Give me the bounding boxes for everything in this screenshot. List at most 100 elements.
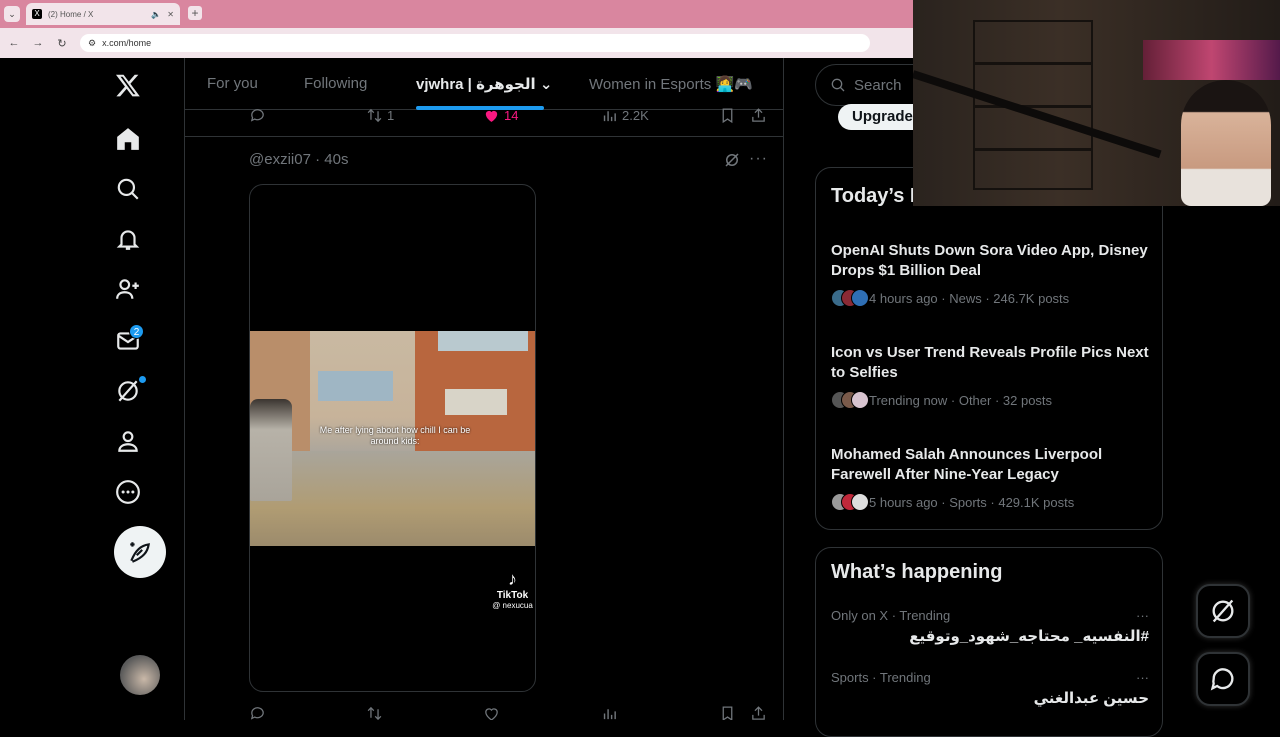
reply-button[interactable] [249, 107, 266, 124]
news-item[interactable]: Mohamed Salah Announces Liverpool Farewe… [831, 445, 1151, 511]
prev-post-actions: 1 14 2.2K [185, 107, 783, 127]
share-icon [752, 108, 765, 122]
repost-icon [367, 108, 382, 123]
post-video[interactable]: Me after lying about how chill I can be … [249, 184, 536, 692]
video-caption: Me after lying about how chill I can be … [319, 425, 471, 446]
tiktok-brand: TikTok [496, 590, 529, 601]
trend-more-icon[interactable]: ··· [1136, 608, 1149, 623]
cam-person [1181, 80, 1271, 206]
news-title: Icon vs User Trend Reveals Profile Pics … [831, 344, 1149, 381]
reply-icon [250, 109, 264, 122]
share-button-2[interactable] [750, 705, 767, 720]
tiktok-watermark: ♪ TikTok @ nexucua [490, 569, 535, 610]
webcam-overlay [913, 0, 1280, 206]
like-count: 14 [504, 108, 519, 123]
follow-person-plus-icon[interactable] [115, 276, 143, 304]
post-author-handle[interactable]: @exzii07 [249, 151, 311, 168]
news-item[interactable]: OpenAI Shuts Down Sora Video App, Disney… [831, 241, 1151, 307]
trend-meta: Sports · Trending [831, 670, 931, 685]
reply-button-2[interactable] [249, 705, 266, 720]
tiktok-logo-icon: ♪ [508, 569, 517, 589]
whats-happening-title: What’s happening [831, 561, 1003, 583]
cam-lights [1143, 40, 1280, 80]
news-item[interactable]: Icon vs User Trend Reveals Profile Pics … [831, 343, 1151, 409]
trend-item[interactable]: Only on X · Trending #النفسيه_ محتاجه_شه… [831, 608, 1149, 645]
x-logo-icon[interactable] [115, 72, 143, 100]
browser-tab[interactable]: X (2) Home / X 🔈 ✕ [26, 3, 180, 25]
account-avatar[interactable] [120, 655, 160, 695]
views-button[interactable]: 2.2K [601, 107, 649, 124]
notifications-bell-icon[interactable] [115, 226, 143, 254]
frame-poster [445, 389, 507, 415]
news-meta: Trending now · Other · 32 posts [869, 392, 1053, 408]
tab-list-button[interactable]: ⌄ [4, 6, 20, 22]
search-icon [831, 78, 845, 92]
reply-icon [250, 707, 264, 720]
tab-title: (2) Home / X [48, 9, 94, 19]
frame-board [318, 371, 393, 401]
forward-icon[interactable]: → [32, 37, 44, 49]
tab-vjwhra-list[interactable]: vjwhra | الجوهرة ⌄ [416, 75, 552, 93]
home-icon[interactable] [115, 126, 143, 154]
tab-close-icon[interactable]: ✕ [167, 10, 174, 19]
chat-bubble-icon [1210, 668, 1234, 691]
news-avatars [831, 493, 869, 511]
messages-badge: 2 [129, 324, 144, 339]
post-actions [185, 705, 783, 720]
compose-post-button[interactable] [114, 526, 166, 578]
timeline-tabs: For you Following vjwhra | الجوهرة ⌄ Wom… [185, 58, 783, 110]
frame-board-top [438, 331, 528, 351]
cam-shelf [973, 20, 1093, 190]
reload-icon[interactable]: ↻ [56, 37, 68, 50]
grok-explain-icon[interactable] [723, 151, 741, 169]
back-icon[interactable]: ← [8, 37, 20, 49]
view-count: 2.2K [622, 108, 649, 123]
share-button[interactable] [750, 107, 767, 124]
bookmark-icon [722, 108, 733, 124]
url-text: x.com/home [102, 38, 152, 48]
tiktok-handle: @ nexucua [492, 601, 533, 610]
chevron-down-icon: ⌄ [539, 76, 553, 93]
left-nav: 2 [95, 58, 185, 720]
tab-following[interactable]: Following [304, 75, 367, 92]
tab-women-in-esports[interactable]: Women in Esports 👩‍💻🎮 [589, 75, 753, 93]
news-meta: 4 hours ago · News · 246.7K posts [869, 290, 1070, 306]
search-placeholder: Search [854, 76, 902, 94]
frame-person [250, 399, 292, 501]
views-button-2[interactable] [601, 705, 618, 720]
news-avatars [831, 391, 869, 409]
like-button-2[interactable] [483, 705, 500, 720]
grok-floating-button[interactable] [1196, 584, 1250, 638]
more-circle-icon[interactable] [115, 479, 143, 507]
bookmark-button[interactable] [719, 107, 736, 124]
post-time[interactable]: 40s [324, 151, 348, 168]
post-more-icon[interactable]: ··· [749, 150, 768, 168]
grok-icon [1212, 599, 1234, 623]
speaker-icon[interactable]: 🔈 [151, 10, 161, 19]
tab-for-you[interactable]: For you [207, 75, 258, 92]
x-favicon-icon: X [32, 9, 42, 19]
site-info-icon[interactable]: ⚙ [88, 38, 96, 49]
like-button[interactable]: 14 [483, 107, 518, 124]
tab-vjwhra-label: vjwhra | الجوهرة [416, 76, 536, 93]
grok-icon[interactable] [115, 378, 143, 406]
address-bar[interactable]: ⚙ x.com/home [80, 34, 870, 52]
repost-count: 1 [387, 108, 395, 123]
bookmark-button-2[interactable] [719, 705, 736, 720]
trend-text: #النفسيه_ محتاجه_شهود_وتوقيع [909, 628, 1149, 645]
repost-button[interactable]: 1 [366, 107, 394, 124]
trend-more-icon[interactable]: ··· [1136, 670, 1149, 685]
share-icon [752, 706, 765, 720]
repost-button-2[interactable] [366, 705, 383, 720]
news-avatars [831, 289, 869, 307]
heart-icon [485, 708, 498, 720]
trend-item[interactable]: Sports · Trending حسين عبدالغني ··· [831, 670, 1149, 707]
video-frame: Me after lying about how chill I can be … [250, 331, 535, 546]
new-tab-button[interactable]: + [188, 6, 202, 20]
todays-news-card: Today’s News OpenAI Shuts Down Sora Vide… [815, 167, 1163, 530]
profile-person-icon[interactable] [115, 428, 143, 456]
explore-search-icon[interactable] [115, 176, 143, 204]
chat-floating-button[interactable] [1196, 652, 1250, 706]
post-header: @exzii07 · 40s [249, 151, 349, 168]
views-chart-icon [603, 709, 616, 720]
